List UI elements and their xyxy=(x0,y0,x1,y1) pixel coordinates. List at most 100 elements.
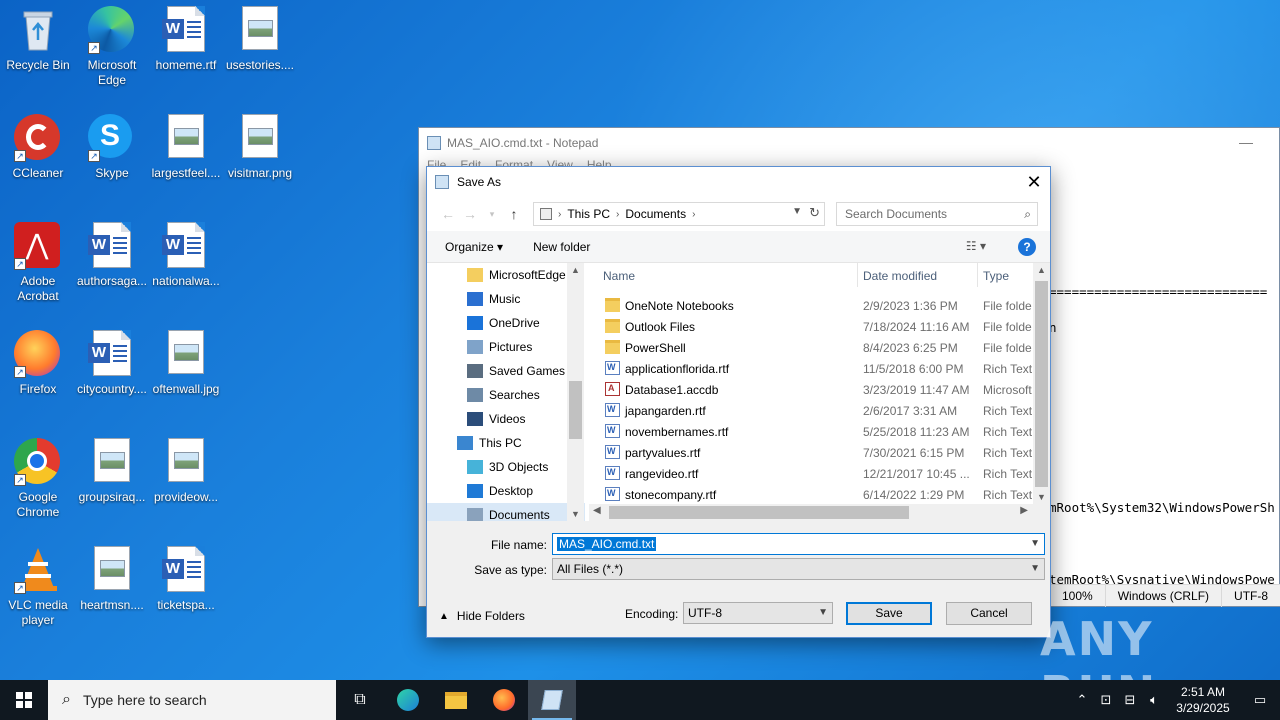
scroll-thumb[interactable] xyxy=(609,506,909,519)
dialog-title-bar[interactable]: Save As ✕ xyxy=(427,167,1050,197)
taskbar-edge[interactable] xyxy=(384,680,432,720)
desktop-icon[interactable]: Wauthorsaga... xyxy=(74,216,150,289)
search-input[interactable]: Search Documents ⌕ xyxy=(836,202,1038,226)
encoding-select[interactable]: UTF-8 ▼ xyxy=(683,602,833,624)
chevron-down-icon[interactable]: ▼ xyxy=(1030,559,1040,579)
tree-item[interactable]: Videos xyxy=(427,407,585,431)
file-row[interactable]: PowerShell 8/4/2023 6:25 PM File folde xyxy=(589,337,1039,358)
file-row[interactable]: stonecompany.rtf6/14/2022 1:29 PMRich Te… xyxy=(589,484,1039,505)
desktop-icon[interactable]: heartmsn.... xyxy=(74,540,150,613)
up-arrow-icon[interactable]: ↑ xyxy=(503,203,525,225)
file-row[interactable]: Database1.accdb3/23/2019 11:47 AMMicroso… xyxy=(589,379,1039,400)
desktop-icon[interactable]: S ↗ Skype xyxy=(74,108,150,181)
desktop-icon[interactable]: Whomeme.rtf xyxy=(148,0,224,73)
cancel-button[interactable]: Cancel xyxy=(946,602,1032,625)
desktop-icon[interactable]: ↗ CCleaner xyxy=(0,108,76,181)
column-date-modified[interactable]: Date modified xyxy=(863,269,937,283)
desktop-icon[interactable]: Recycle Bin xyxy=(0,0,76,73)
close-icon[interactable]: ✕ xyxy=(1018,167,1050,197)
notepad-text-area[interactable]: ============================= n mRoot%\Sys… xyxy=(1049,176,1280,586)
breadcrumb-documents[interactable]: Documents xyxy=(625,207,686,221)
desktop-icon[interactable]: usestories.... xyxy=(222,0,298,73)
notepad-title-bar[interactable]: MAS_AIO.cmd.txt - Notepad — xyxy=(419,128,1279,158)
file-list[interactable]: Name ⌃ Date modified Type OneNote Notebo… xyxy=(589,263,1050,521)
chevron-right-icon[interactable]: › xyxy=(692,209,695,220)
chevron-down-icon[interactable]: ▼ xyxy=(1030,534,1040,554)
recent-locations-icon[interactable]: ▾ xyxy=(481,203,503,225)
taskbar-firefox[interactable] xyxy=(480,680,528,720)
desktop-icon[interactable]: Wnationalwa... xyxy=(148,216,224,289)
tree-item[interactable]: 3D Objects xyxy=(427,455,585,479)
chevron-right-icon[interactable]: › xyxy=(616,209,619,220)
network-icon[interactable]: ⊡ xyxy=(1094,692,1118,708)
volume-icon[interactable]: 🔈︎ xyxy=(1142,692,1166,708)
desktop-icon[interactable]: ↗ Google Chrome xyxy=(0,432,76,520)
notifications-icon[interactable]: ▭ xyxy=(1240,692,1280,708)
desktop-icon[interactable]: largestfeel.... xyxy=(148,108,224,181)
desktop-icon[interactable]: oftenwall.jpg xyxy=(148,324,224,397)
tree-item[interactable]: Saved Games xyxy=(427,359,585,383)
chevron-up-icon[interactable]: ⌃ xyxy=(1070,692,1094,708)
column-divider[interactable] xyxy=(857,263,858,287)
desktop-icon[interactable]: Wcitycountry.... xyxy=(74,324,150,397)
file-name-input[interactable]: MAS_AIO.cmd.txt ▼ xyxy=(552,533,1045,555)
desktop-icon[interactable]: ⋀ ↗ Adobe Acrobat xyxy=(0,216,76,304)
chevron-down-icon[interactable]: ▼ xyxy=(792,206,802,217)
forward-arrow-icon[interactable]: → xyxy=(459,203,481,225)
breadcrumb-this-pc[interactable]: This PC xyxy=(567,207,610,221)
scroll-thumb[interactable] xyxy=(569,381,582,439)
file-row[interactable]: applicationflorida.rtf11/5/2018 6:00 PMR… xyxy=(589,358,1039,379)
file-row[interactable]: rangevideo.rtf12/21/2017 10:45 ...Rich T… xyxy=(589,463,1039,484)
scroll-down-icon[interactable]: ▼ xyxy=(1033,492,1050,502)
desktop-icon[interactable]: ↗ Microsoft Edge xyxy=(74,0,150,88)
save-button[interactable]: Save xyxy=(846,602,932,625)
clock[interactable]: 2:51 AM 3/29/2025 xyxy=(1166,684,1240,716)
file-row[interactable]: Outlook Files 7/18/2024 11:16 AM File fold… xyxy=(589,316,1039,337)
desktop-icon[interactable]: ↗ VLC media player xyxy=(0,540,76,628)
navigation-pane-scrollbar[interactable]: ▲ ▼ xyxy=(567,263,584,521)
tree-item[interactable]: OneDrive xyxy=(427,311,585,335)
tree-item[interactable]: Pictures xyxy=(427,335,585,359)
file-list-vertical-scrollbar[interactable]: ▲ ▼ xyxy=(1033,263,1050,504)
column-name[interactable]: Name xyxy=(603,269,635,283)
scroll-up-icon[interactable]: ▲ xyxy=(1033,265,1050,275)
back-arrow-icon[interactable]: ← xyxy=(437,203,459,225)
tree-item[interactable]: Searches xyxy=(427,383,585,407)
minimize-icon[interactable]: — xyxy=(1239,134,1253,150)
column-divider[interactable] xyxy=(977,263,978,287)
save-as-dialog[interactable]: Save As ✕ ← → ▾ ↑ › This PC › Documents … xyxy=(426,166,1051,638)
column-type[interactable]: Type xyxy=(983,269,1009,283)
desktop-icon[interactable]: groupsiraq... xyxy=(74,432,150,505)
scroll-thumb[interactable] xyxy=(1035,281,1048,487)
taskbar-file-explorer[interactable] xyxy=(432,680,480,720)
tree-item[interactable]: MicrosoftEdge xyxy=(427,263,585,287)
desktop-icon[interactable]: provideow... xyxy=(148,432,224,505)
file-row[interactable]: OneNote Notebooks 2/9/2023 1:36 PM File fo… xyxy=(589,295,1039,316)
new-folder-button[interactable]: New folder xyxy=(533,240,590,254)
start-button[interactable] xyxy=(0,680,48,720)
help-icon[interactable]: ? xyxy=(1018,238,1036,256)
desktop-icon[interactable]: visitmar.png xyxy=(222,108,298,181)
scroll-left-icon[interactable]: ◀ xyxy=(593,505,601,516)
tree-item[interactable]: Music xyxy=(427,287,585,311)
chevron-right-icon[interactable]: › xyxy=(558,209,561,220)
tree-item[interactable]: This PC xyxy=(427,431,585,455)
navigation-pane[interactable]: MicrosoftEdge Music OneDrive Pictures Saved … xyxy=(427,263,585,521)
scroll-right-icon[interactable]: ▶ xyxy=(1020,505,1028,516)
desktop-icon[interactable]: ↗ Firefox xyxy=(0,324,76,397)
scroll-up-icon[interactable]: ▲ xyxy=(567,265,584,275)
address-bar[interactable]: › This PC › Documents › ▼ ↻ xyxy=(533,202,825,226)
view-options-icon[interactable]: ☷ ▾ xyxy=(966,239,986,253)
file-row[interactable]: novembernames.rtf5/25/2018 11:23 AMRich … xyxy=(589,421,1039,442)
scroll-down-icon[interactable]: ▼ xyxy=(567,509,584,519)
tree-item[interactable]: Desktop xyxy=(427,479,585,503)
refresh-icon[interactable]: ↻ xyxy=(809,205,820,221)
taskbar-notepad[interactable] xyxy=(528,680,576,720)
taskbar-search-box[interactable]: ⌕ Type here to search xyxy=(48,680,336,720)
hide-folders-button[interactable]: ▲ Hide Folders xyxy=(439,609,525,623)
desktop-icon[interactable]: Wticketspa... xyxy=(148,540,224,613)
save-as-type-select[interactable]: All Files (*.*) ▼ xyxy=(552,558,1045,580)
file-list-horizontal-scrollbar[interactable]: ◀ ▶ xyxy=(589,504,1050,521)
task-view-button[interactable]: ⧉ xyxy=(336,680,384,720)
tree-item[interactable]: Documents xyxy=(427,503,585,521)
